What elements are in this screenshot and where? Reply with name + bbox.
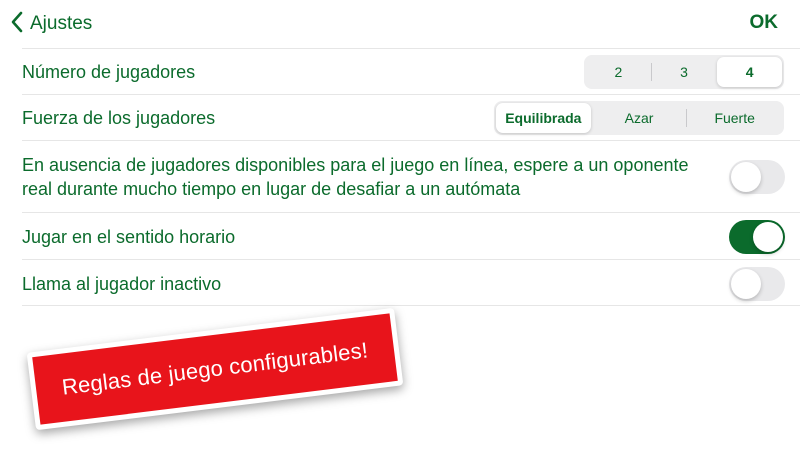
promo-banner-text: Reglas de juego configurables! (60, 337, 370, 400)
row-call-inactive-player: Llama al jugador inactivo (22, 259, 800, 306)
settings-screen: Ajustes OK Número de jugadores 2 3 4 Fue… (0, 0, 800, 450)
row-player-strength: Fuerza de los jugadores Equilibrada Azar… (22, 94, 800, 140)
players-count-segmented-control: 2 3 4 (584, 55, 784, 89)
back-button-label: Ajustes (30, 13, 93, 34)
toggle-knob (753, 222, 783, 252)
players-count-option-2[interactable]: 2 (586, 57, 651, 87)
player-strength-option-equilibrada[interactable]: Equilibrada (496, 103, 591, 133)
toggle-knob (731, 269, 761, 299)
toggle-knob (731, 162, 761, 192)
player-strength-label: Fuerza de los jugadores (22, 108, 216, 128)
call-inactive-player-label: Llama al jugador inactivo (22, 274, 222, 294)
back-button[interactable]: Ajustes (10, 8, 92, 40)
player-strength-option-azar[interactable]: Azar (592, 103, 687, 133)
navigation-bar: Ajustes OK (0, 0, 800, 48)
clockwise-toggle[interactable] (729, 220, 785, 254)
promo-banner: Reglas de juego configurables! (26, 307, 404, 431)
clockwise-label: Jugar en el sentido horario (22, 227, 236, 247)
player-strength-option-fuerte[interactable]: Fuerte (687, 103, 782, 133)
promo-banner-box: Reglas de juego configurables! (26, 307, 404, 431)
row-clockwise: Jugar en el sentido horario (22, 212, 800, 259)
players-count-label: Número de jugadores (22, 62, 196, 82)
wait-real-opponent-label: En ausencia de jugadores disponibles par… (22, 155, 689, 199)
row-wait-real-opponent: En ausencia de jugadores disponibles par… (22, 140, 800, 212)
wait-real-opponent-toggle[interactable] (729, 160, 785, 194)
row-players-count: Número de jugadores 2 3 4 (22, 48, 800, 94)
player-strength-segmented-control: Equilibrada Azar Fuerte (494, 101, 784, 135)
players-count-option-3[interactable]: 3 (652, 57, 717, 87)
call-inactive-player-toggle[interactable] (729, 267, 785, 301)
players-count-option-4[interactable]: 4 (717, 57, 783, 87)
chevron-left-icon (10, 11, 24, 38)
ok-button[interactable]: OK (750, 12, 779, 34)
